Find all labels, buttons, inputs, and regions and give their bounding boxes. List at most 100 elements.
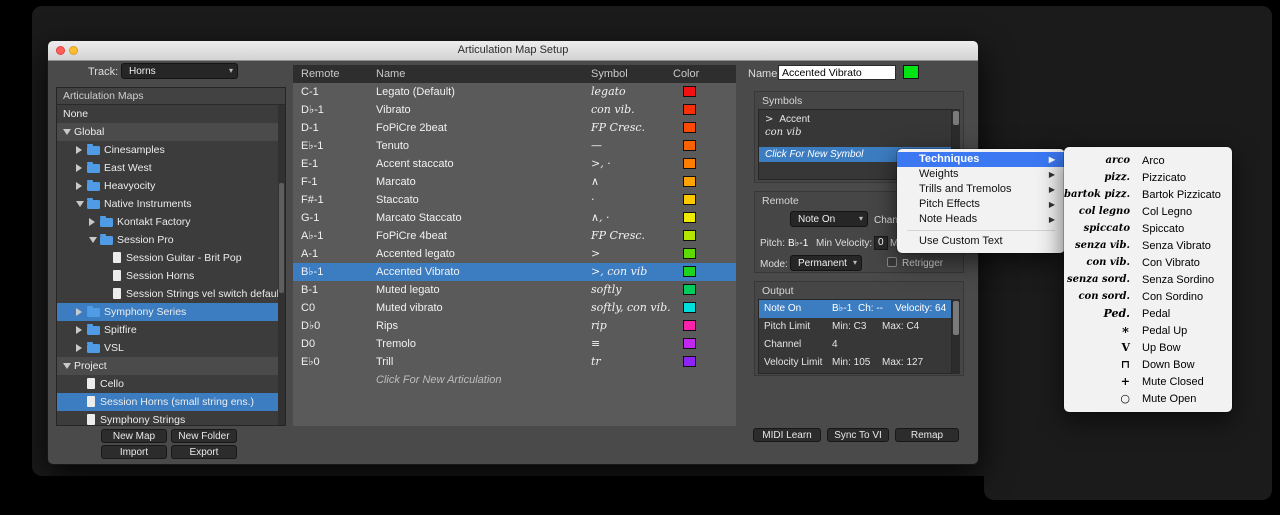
table-row-muted-vibrato[interactable]: C0Muted vibratosoftly, con vib.: [293, 299, 736, 317]
submenu-item-senza-vibrato[interactable]: senza vib.Senza Vibrato: [1064, 237, 1232, 254]
color-swatch[interactable]: [683, 158, 696, 169]
remote-type-select[interactable]: Note On ▾: [790, 211, 868, 227]
expand-closed-icon[interactable]: [76, 344, 82, 352]
color-swatch[interactable]: [683, 194, 696, 205]
output-row-pitch-limit[interactable]: Pitch LimitMin: C3Max: C4: [759, 318, 951, 336]
submenu-item-con-sordino[interactable]: con sord.Con Sordino: [1064, 288, 1232, 305]
submenu-item-up-bow[interactable]: VUp Bow: [1064, 339, 1232, 356]
submenu-item-down-bow[interactable]: ⊓Down Bow: [1064, 356, 1232, 373]
menu-item-trills-and-tremolos[interactable]: Trills and Tremolos▶: [897, 182, 1065, 197]
expand-open-icon[interactable]: [63, 363, 71, 369]
tree-item-session-guitar-brit-pop[interactable]: Session Guitar - Brit Pop: [57, 249, 285, 267]
remote-pitch-value[interactable]: B♭-1: [788, 238, 808, 249]
table-row-marcato[interactable]: F-1Marcato∧: [293, 173, 736, 191]
articulation-name-input[interactable]: [778, 65, 896, 80]
expand-closed-icon[interactable]: [76, 164, 82, 172]
table-row-trill[interactable]: E♭0Trilltr: [293, 353, 736, 371]
output-row-channel[interactable]: Channel4: [759, 336, 951, 354]
tree-item-vsl[interactable]: VSL: [57, 339, 285, 357]
tree-item-cinesamples[interactable]: Cinesamples: [57, 141, 285, 159]
color-swatch[interactable]: [683, 122, 696, 133]
table-row-muted-legato[interactable]: B-1Muted legatosoftly: [293, 281, 736, 299]
midi-learn-button[interactable]: MIDI Learn: [753, 428, 821, 442]
tree-item-kontakt-factory[interactable]: Kontakt Factory: [57, 213, 285, 231]
new-map-button[interactable]: New Map: [101, 429, 167, 443]
tree-item-east-west[interactable]: East West: [57, 159, 285, 177]
table-row-tenuto[interactable]: E♭-1Tenuto—: [293, 137, 736, 155]
tree-item-spitfire[interactable]: Spitfire: [57, 321, 285, 339]
import-button[interactable]: Import: [101, 445, 167, 459]
color-swatch[interactable]: [683, 284, 696, 295]
mode-select[interactable]: Permanent ▾: [790, 255, 862, 271]
menu-item-note-heads[interactable]: Note Heads▶: [897, 212, 1065, 227]
color-swatch[interactable]: [683, 176, 696, 187]
submenu-item-col-legno[interactable]: col legnoCol Legno: [1064, 203, 1232, 220]
menu-item-pitch-effects[interactable]: Pitch Effects▶: [897, 197, 1065, 212]
titlebar[interactable]: Articulation Map Setup: [48, 41, 978, 61]
submenu-item-pizzicato[interactable]: pizz.Pizzicato: [1064, 169, 1232, 186]
expand-open-icon[interactable]: [89, 237, 97, 243]
scrollbar-thumb[interactable]: [953, 111, 959, 125]
submenu-item-arco[interactable]: arcoArco: [1064, 152, 1232, 169]
expand-closed-icon[interactable]: [76, 182, 82, 190]
sync-to-vi-button[interactable]: Sync To VI: [827, 428, 889, 442]
output-scrollbar[interactable]: [952, 299, 960, 374]
output-row-velocity-limit[interactable]: Velocity LimitMin: 105Max: 127: [759, 354, 951, 372]
track-select[interactable]: Horns ▾: [121, 63, 238, 79]
expand-closed-icon[interactable]: [76, 326, 82, 334]
color-swatch[interactable]: [683, 212, 696, 223]
remap-button[interactable]: Remap: [895, 428, 959, 442]
submenu-item-pedal-up[interactable]: ∗Pedal Up: [1064, 322, 1232, 339]
table-row-fopicre-4beat[interactable]: A♭-1FoPiCre 4beatFP Cresc.: [293, 227, 736, 245]
scrollbar-thumb[interactable]: [279, 183, 284, 293]
expand-open-icon[interactable]: [63, 129, 71, 135]
symbol-item-con-vib[interactable]: con vib: [759, 126, 951, 139]
tree-item-project[interactable]: Project: [57, 357, 285, 375]
output-row-note-on[interactable]: Note OnB♭-1Ch: --Velocity: 64: [759, 300, 951, 318]
tree-item-session-horns[interactable]: Session Horns: [57, 267, 285, 285]
min-velocity-field[interactable]: 0: [874, 236, 888, 250]
table-row-accent-staccato[interactable]: E-1Accent staccato>, ·: [293, 155, 736, 173]
color-swatch[interactable]: [683, 302, 696, 313]
table-row-rips[interactable]: D♭0Ripsrip: [293, 317, 736, 335]
color-swatch[interactable]: [683, 320, 696, 331]
color-swatch[interactable]: [683, 230, 696, 241]
submenu-item-mute-open[interactable]: ○Mute Open: [1064, 390, 1232, 407]
retrigger-checkbox[interactable]: [887, 257, 897, 267]
tree-item-session-pro[interactable]: Session Pro: [57, 231, 285, 249]
expand-closed-icon[interactable]: [76, 146, 82, 154]
color-swatch[interactable]: [683, 356, 696, 367]
menu-item-use-custom-text[interactable]: Use Custom Text: [897, 234, 1065, 249]
tree-item-global[interactable]: Global: [57, 123, 285, 141]
tree-item-symphony-strings[interactable]: Symphony Strings: [57, 411, 285, 425]
tree-item-session-strings-vel-switch-default[interactable]: Session Strings vel switch default: [57, 285, 285, 303]
new-folder-button[interactable]: New Folder: [171, 429, 237, 443]
color-swatch[interactable]: [683, 248, 696, 259]
table-row-accented-legato[interactable]: A-1Accented legato>: [293, 245, 736, 263]
table-row-fopicre-2beat[interactable]: D-1FoPiCre 2beatFP Cresc.: [293, 119, 736, 137]
table-row-marcato-staccato[interactable]: G-1Marcato Staccato∧, ·: [293, 209, 736, 227]
menu-item-techniques[interactable]: Techniques▶: [897, 152, 1065, 167]
articulation-color-swatch[interactable]: [903, 65, 919, 79]
submenu-item-senza-sordino[interactable]: senza sord.Senza Sordino: [1064, 271, 1232, 288]
tree-item-cello[interactable]: Cello: [57, 375, 285, 393]
new-articulation-row[interactable]: Click For New Articulation: [293, 371, 736, 389]
table-row-legato-default[interactable]: C-1Legato (Default)legato: [293, 83, 736, 101]
submenu-item-spiccato[interactable]: spiccatoSpiccato: [1064, 220, 1232, 237]
tree-item-session-horns-small-string-ens[interactable]: Session Horns (small string ens.): [57, 393, 285, 411]
symbol-item-accent[interactable]: >Accent: [759, 113, 951, 126]
color-swatch[interactable]: [683, 104, 696, 115]
expand-closed-icon[interactable]: [76, 308, 82, 316]
table-row-vibrato[interactable]: D♭-1Vibratocon vib.: [293, 101, 736, 119]
maps-scrollbar[interactable]: [278, 105, 285, 425]
menu-item-weights[interactable]: Weights▶: [897, 167, 1065, 182]
expand-closed-icon[interactable]: [89, 218, 95, 226]
minimize-button[interactable]: [69, 46, 78, 55]
submenu-item-bartok-pizzicato[interactable]: bartok pizz.Bartok Pizzicato: [1064, 186, 1232, 203]
tree-item-heavyocity[interactable]: Heavyocity: [57, 177, 285, 195]
table-row-staccato[interactable]: F#-1Staccato·: [293, 191, 736, 209]
color-swatch[interactable]: [683, 86, 696, 97]
tree-item-native-instruments[interactable]: Native Instruments: [57, 195, 285, 213]
table-row-accented-vibrato[interactable]: B♭-1Accented Vibrato>, con vib: [293, 263, 736, 281]
expand-open-icon[interactable]: [76, 201, 84, 207]
